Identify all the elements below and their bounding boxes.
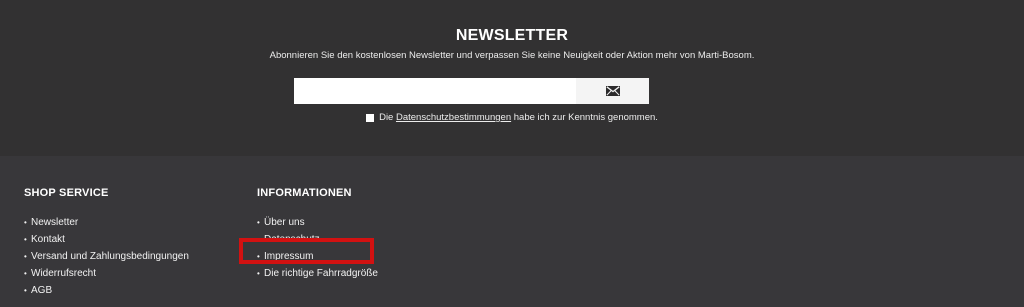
link-datenschutz[interactable]: Datenschutz	[264, 234, 320, 245]
bullet-icon: •	[24, 286, 27, 295]
list-item: • Über uns	[257, 214, 378, 231]
link-versand-zahlung[interactable]: Versand und Zahlungsbedingungen	[31, 251, 189, 262]
link-kontakt[interactable]: Kontakt	[31, 234, 65, 245]
link-fahrradgroesse[interactable]: Die richtige Fahrradgröße	[264, 268, 378, 279]
informationen-title: INFORMATIONEN	[257, 187, 352, 199]
list-item: • Datenschutz	[257, 231, 378, 248]
consent-checkbox[interactable]	[366, 113, 375, 122]
envelope-icon	[605, 86, 620, 96]
bullet-icon: •	[257, 252, 260, 261]
list-item: • Kontakt	[24, 231, 189, 248]
newsletter-form	[294, 78, 649, 104]
consent-prefix: Die	[379, 112, 396, 123]
list-item: • Newsletter	[24, 214, 189, 231]
link-agb[interactable]: AGB	[31, 285, 52, 296]
list-item: • Die richtige Fahrradgröße	[257, 265, 378, 282]
link-ueber-uns[interactable]: Über uns	[264, 217, 305, 228]
newsletter-consent: Die Datenschutzbestimmungen habe ich zur…	[0, 112, 1024, 123]
list-item: • Versand und Zahlungsbedingungen	[24, 248, 189, 265]
bullet-icon: •	[24, 235, 27, 244]
newsletter-section: NEWSLETTER Abonnieren Sie den kostenlose…	[0, 0, 1024, 156]
bullet-icon: •	[24, 218, 27, 227]
bullet-icon: •	[24, 252, 27, 261]
shop-service-list: • Newsletter • Kontakt • Versand und Zahlun…	[24, 214, 189, 299]
newsletter-email-input[interactable]	[294, 78, 576, 104]
bullet-icon: •	[257, 218, 260, 227]
bullet-icon: •	[257, 235, 260, 244]
link-newsletter[interactable]: Newsletter	[31, 217, 78, 228]
list-item: • Impressum	[257, 248, 378, 265]
newsletter-submit-button[interactable]	[576, 78, 649, 104]
list-item: • Widerrufsrecht	[24, 265, 189, 282]
privacy-policy-link[interactable]: Datenschutzbestimmungen	[396, 112, 511, 123]
newsletter-description: Abonnieren Sie den kostenlosen Newslette…	[269, 50, 755, 61]
shop-service-column: SHOP SERVICE • Newsletter • Kontakt • Versa…	[24, 187, 189, 299]
bullet-icon: •	[257, 269, 260, 278]
link-impressum[interactable]: Impressum	[264, 251, 313, 262]
consent-suffix: habe ich zur Kenntnis genommen.	[511, 112, 658, 123]
bullet-icon: •	[24, 269, 27, 278]
informationen-column: INFORMATIONEN • Über uns • Datenschutz • Im…	[257, 187, 378, 282]
informationen-list: • Über uns • Datenschutz • Impressum • Die r…	[257, 214, 378, 282]
shop-service-title: SHOP SERVICE	[24, 187, 109, 199]
newsletter-title: NEWSLETTER	[455, 27, 569, 44]
list-item: • AGB	[24, 282, 189, 299]
link-widerrufsrecht[interactable]: Widerrufsrecht	[31, 268, 96, 279]
